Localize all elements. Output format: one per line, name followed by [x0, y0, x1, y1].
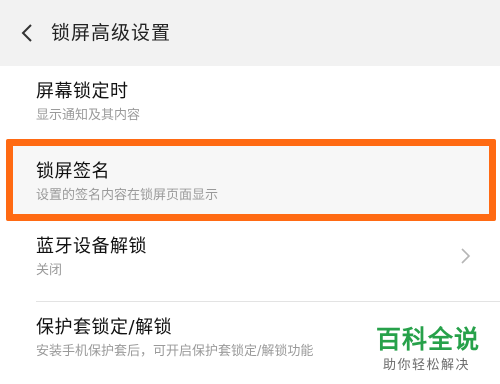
item-subtitle: 关闭 [36, 263, 63, 278]
settings-item-screen-lock[interactable]: 屏幕锁定时 显示通知及其内容 [0, 66, 500, 139]
chevron-left-icon [21, 24, 32, 42]
watermark-logo: 百科全说 助你轻松解决 [372, 318, 494, 378]
item-title: 锁屏签名 [36, 161, 110, 182]
item-subtitle: 设置的签名内容在锁屏页面显示 [36, 188, 219, 203]
item-title: 屏幕锁定时 [36, 81, 129, 102]
chevron-right-icon [461, 248, 471, 264]
watermark-title: 百科全说 [376, 325, 481, 354]
item-subtitle: 安装手机保护套后，可开启保护套锁定/解锁功能 [36, 344, 314, 359]
page-title: 锁屏高级设置 [51, 22, 172, 44]
watermark-slogan: 助你轻松解决 [383, 358, 471, 373]
item-subtitle: 显示通知及其内容 [36, 108, 141, 123]
app-header: 锁屏高级设置 [0, 0, 500, 66]
item-title: 保护套锁定/解锁 [36, 317, 173, 338]
settings-item-lock-signature[interactable]: 锁屏签名 设置的签名内容在锁屏页面显示 [0, 139, 500, 221]
back-button[interactable] [14, 19, 40, 47]
settings-item-bluetooth-unlock[interactable]: 蓝牙设备解锁 关闭 [0, 221, 500, 301]
item-title: 蓝牙设备解锁 [36, 236, 147, 257]
